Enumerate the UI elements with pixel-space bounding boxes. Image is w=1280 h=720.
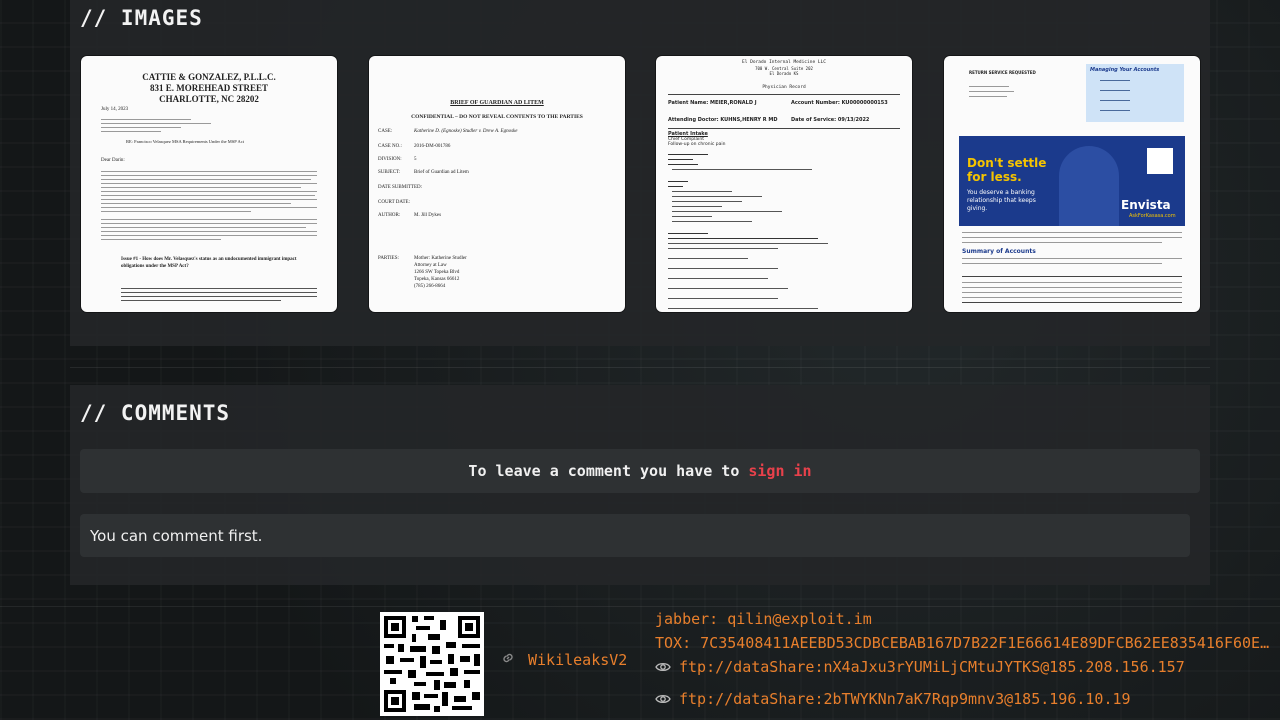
brief-field-value: 5 [414,157,417,162]
ad-headline: Don't settle for less. [967,156,1047,184]
bank-return-label: RETURN SERVICE REQUESTED [969,70,1036,75]
signin-prompt-text: To leave a comment you have to [468,462,740,480]
medical-complaint-text: Follow-up on chronic pain [668,142,726,147]
brief-field-value: Mother: Katherine Studler [414,256,467,261]
bank-summary-title: Summary of Accounts [962,248,1036,255]
brief-field-label: AUTHOR: [378,213,401,218]
signin-prompt-bar: To leave a comment you have to sign in [80,449,1200,493]
letter-thumbnail[interactable]: CATTIE & GONZALEZ, P.L.L.C. 831 E. MOREH… [81,56,337,312]
ftp-link-1[interactable]: ftp://dataShare:nX4aJxu3rYUMiLjCMtuJYTKS… [655,658,1185,677]
envista-ad[interactable]: Don't settle for less. You deserve a ban… [959,136,1185,226]
bank-manage-title: Managing Your Accounts [1090,67,1160,73]
bank-statement-thumbnail[interactable]: RETURN SERVICE REQUESTED Managing Your A… [944,56,1200,312]
brief-field-label: COURT DATE: [378,200,410,205]
wikileaks-link-row[interactable]: WikileaksV2 [500,650,627,670]
ad-brand: Envista [1121,198,1171,212]
brief-field-label: PARTIES: [378,256,399,261]
medical-record-thumbnail[interactable]: El Dorado Internal Medicine LLC 700 W. C… [656,56,912,312]
letter-re: RE: Francisco Velasquez MSA Requirements… [126,139,244,144]
brief-field-label: DIVISION: [378,157,402,162]
eye-icon [655,691,671,709]
images-panel: // IMAGES CATTIE & GONZALEZ, P.L.L.C. 83… [70,0,1210,346]
letter-issue: Issue #1 - How does Mr. Velasquez's stat… [121,257,297,269]
medical-service-date: Date of Service: 09/13/2022 [791,117,870,123]
comments-empty-message: You can comment first. [80,514,1190,557]
brief-field-label: CASE NO.: [378,144,402,149]
brief-field-value: Brief of Guardian ad Litem [414,170,469,175]
brief-field-value: 2016-DM-001786 [414,144,451,149]
ftp-link-2[interactable]: ftp://dataShare:2bTWYKNn7aK7Rqp9mnv3@185… [655,690,1131,709]
wikileaks-link[interactable]: WikileaksV2 [528,651,627,669]
brief-field-value: Katherine D. (Egnoske) Studler v. Drew A… [414,129,518,134]
jabber-contact[interactable]: jabber: qilin@exploit.im [655,610,872,628]
brief-field-label: DATE SUBMITTED: [378,185,423,190]
comments-panel: // COMMENTS To leave a comment you have … [70,385,1210,585]
medical-header-label: Physician Record [762,85,806,90]
ad-text: You deserve a banking relationship that … [967,189,1036,212]
brief-field-value: M. Jill Dykes [414,213,442,218]
ad-url: AskForKasasa.com [1129,213,1176,219]
brief-field-label: SUBJECT: [378,170,401,175]
letter-firm: CATTIE & GONZALEZ, P.L.L.C. [142,72,276,82]
comments-section-title: // COMMENTS [80,401,231,425]
ad-qr-code [1147,148,1173,174]
bank-manage-box: Managing Your Accounts [1086,64,1184,122]
letter-address1: 831 E. MOREHEAD STREET [149,83,269,93]
brief-thumbnail[interactable]: BRIEF OF GUARDIAN AD LITEM CONFIDENTIAL … [369,56,625,312]
letter-salutation: Dear Darin: [101,158,125,163]
footer-divider [0,606,1280,607]
brief-title: BRIEF OF GUARDIAN AD LITEM [450,100,544,106]
eye-icon [655,659,671,677]
brief-field-label: CASE: [378,129,393,134]
medical-doctor: Attending Doctor: KUHNS,HENRY R MD [668,117,778,123]
letter-address2: CHARLOTTE, NC 28202 [159,94,259,104]
signin-link[interactable]: sign in [748,462,811,480]
medical-account: Account Number: KU00000000153 [791,100,888,106]
tox-contact[interactable]: TOX: 7C35408411AEEBD53CDBCEBAB167D7B22F1… [655,634,1275,652]
brief-subtitle: CONFIDENTIAL – DO NOT REVEAL CONTENTS TO… [411,114,583,120]
ftp-link-2-text[interactable]: ftp://dataShare:2bTWYKNn7aK7Rqp9mnv3@185… [679,690,1131,708]
section-divider [70,367,1210,368]
images-section-title: // IMAGES [80,6,203,30]
qr-code-icon [380,612,484,716]
medical-clinic: El Dorado Internal Medicine LLC [742,60,826,65]
letter-date: July 14, 2023 [101,107,129,112]
medical-patient: Patient Name: MEIER,RONALD J [668,100,757,106]
ftp-link-1-text[interactable]: ftp://dataShare:nX4aJxu3rYUMiLjCMtuJYTKS… [679,658,1185,676]
link-icon [500,650,516,670]
ad-person-image [1059,146,1119,226]
